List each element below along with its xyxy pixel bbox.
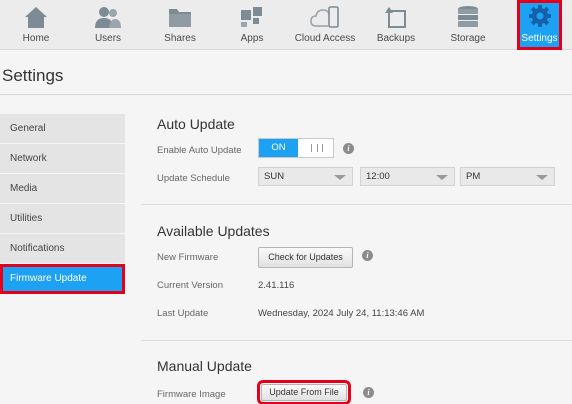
nav-label: Settings xyxy=(521,33,558,44)
nav-item-shares[interactable]: Shares xyxy=(154,0,206,50)
nav-item-cloud-access[interactable]: Cloud Access xyxy=(292,0,358,50)
sidebar-item-media[interactable]: Media xyxy=(0,174,125,204)
schedule-ampm-select[interactable]: PM xyxy=(460,167,555,186)
check-for-updates-button[interactable]: Check for Updates xyxy=(258,247,353,268)
chevron-down-icon xyxy=(436,175,448,180)
toggle-on-label: ON xyxy=(259,139,298,157)
last-update-label: Last Update xyxy=(157,308,209,319)
info-icon[interactable]: i xyxy=(343,143,354,154)
update-schedule-label: Update Schedule xyxy=(157,173,230,184)
current-version-value: 2.41.116 xyxy=(258,280,295,291)
sidebar-item-general[interactable]: General xyxy=(0,114,125,144)
users-icon xyxy=(95,7,121,28)
storage-icon xyxy=(458,6,478,27)
toggle-grip-icon xyxy=(311,144,323,152)
nav-label: Cloud Access xyxy=(294,33,356,44)
sidebar-item-label: Media xyxy=(10,183,38,194)
firmware-image-label: Firmware Image xyxy=(157,389,226,400)
nav-label: Backups xyxy=(376,33,416,44)
section-title-manual-update: Manual Update xyxy=(157,358,252,374)
nav-label: Users xyxy=(94,33,122,44)
cloud-phone-icon xyxy=(310,6,339,28)
sidebar-item-utilities[interactable]: Utilities xyxy=(0,204,125,234)
nav-item-apps[interactable]: Apps xyxy=(226,0,278,50)
apps-icon xyxy=(241,7,262,27)
gear-icon xyxy=(528,5,551,27)
sidebar-item-label: General xyxy=(10,123,46,134)
nav-label: Storage xyxy=(450,33,486,44)
home-icon xyxy=(25,7,47,28)
nav-label: Home xyxy=(22,33,50,44)
top-nav: Home Users Shares Apps Cloud Access Back… xyxy=(0,0,572,50)
chevron-down-icon xyxy=(536,175,548,180)
divider xyxy=(141,204,572,205)
settings-sidebar: General Network Media Utilities Notifica… xyxy=(0,114,125,294)
divider xyxy=(141,340,572,341)
divider xyxy=(0,94,572,95)
schedule-day-select[interactable]: SUN xyxy=(258,167,353,186)
info-icon[interactable]: i xyxy=(362,250,373,261)
select-value: PM xyxy=(466,171,481,182)
nav-item-users[interactable]: Users xyxy=(82,0,134,50)
sidebar-item-label: Notifications xyxy=(10,243,65,254)
sidebar-item-label: Utilities xyxy=(10,213,43,224)
nav-label: Apps xyxy=(240,33,264,44)
nav-item-home[interactable]: Home xyxy=(10,0,62,50)
section-title-auto-update: Auto Update xyxy=(157,116,235,132)
nav-item-storage[interactable]: Storage xyxy=(442,0,494,50)
sidebar-item-notifications[interactable]: Notifications xyxy=(0,234,125,264)
select-value: SUN xyxy=(264,171,285,182)
sidebar-item-firmware-update[interactable]: Firmware Update xyxy=(0,264,125,294)
info-icon[interactable]: i xyxy=(363,387,374,398)
nav-item-settings[interactable]: Settings xyxy=(517,0,562,50)
enable-auto-update-label: Enable Auto Update xyxy=(157,145,242,156)
current-version-label: Current Version xyxy=(157,280,224,291)
page-title: Settings xyxy=(2,66,64,85)
folder-icon xyxy=(169,9,191,27)
nav-label: Shares xyxy=(164,33,196,44)
schedule-time-select[interactable]: 12:00 xyxy=(360,167,455,186)
auto-update-toggle[interactable]: ON xyxy=(258,138,334,158)
select-value: 12:00 xyxy=(366,171,390,182)
backup-icon xyxy=(385,7,406,28)
sidebar-item-label: Firmware Update xyxy=(10,273,87,284)
section-title-available-updates: Available Updates xyxy=(157,223,270,239)
last-update-value: Wednesday, 2024 July 24, 11:13:46 AM xyxy=(258,308,425,319)
chevron-down-icon xyxy=(334,175,346,180)
new-firmware-label: New Firmware xyxy=(157,252,219,263)
sidebar-item-label: Network xyxy=(10,153,47,164)
nav-item-backups[interactable]: Backups xyxy=(370,0,422,50)
sidebar-item-network[interactable]: Network xyxy=(0,144,125,174)
update-from-file-button[interactable]: Update From File xyxy=(257,380,351,404)
